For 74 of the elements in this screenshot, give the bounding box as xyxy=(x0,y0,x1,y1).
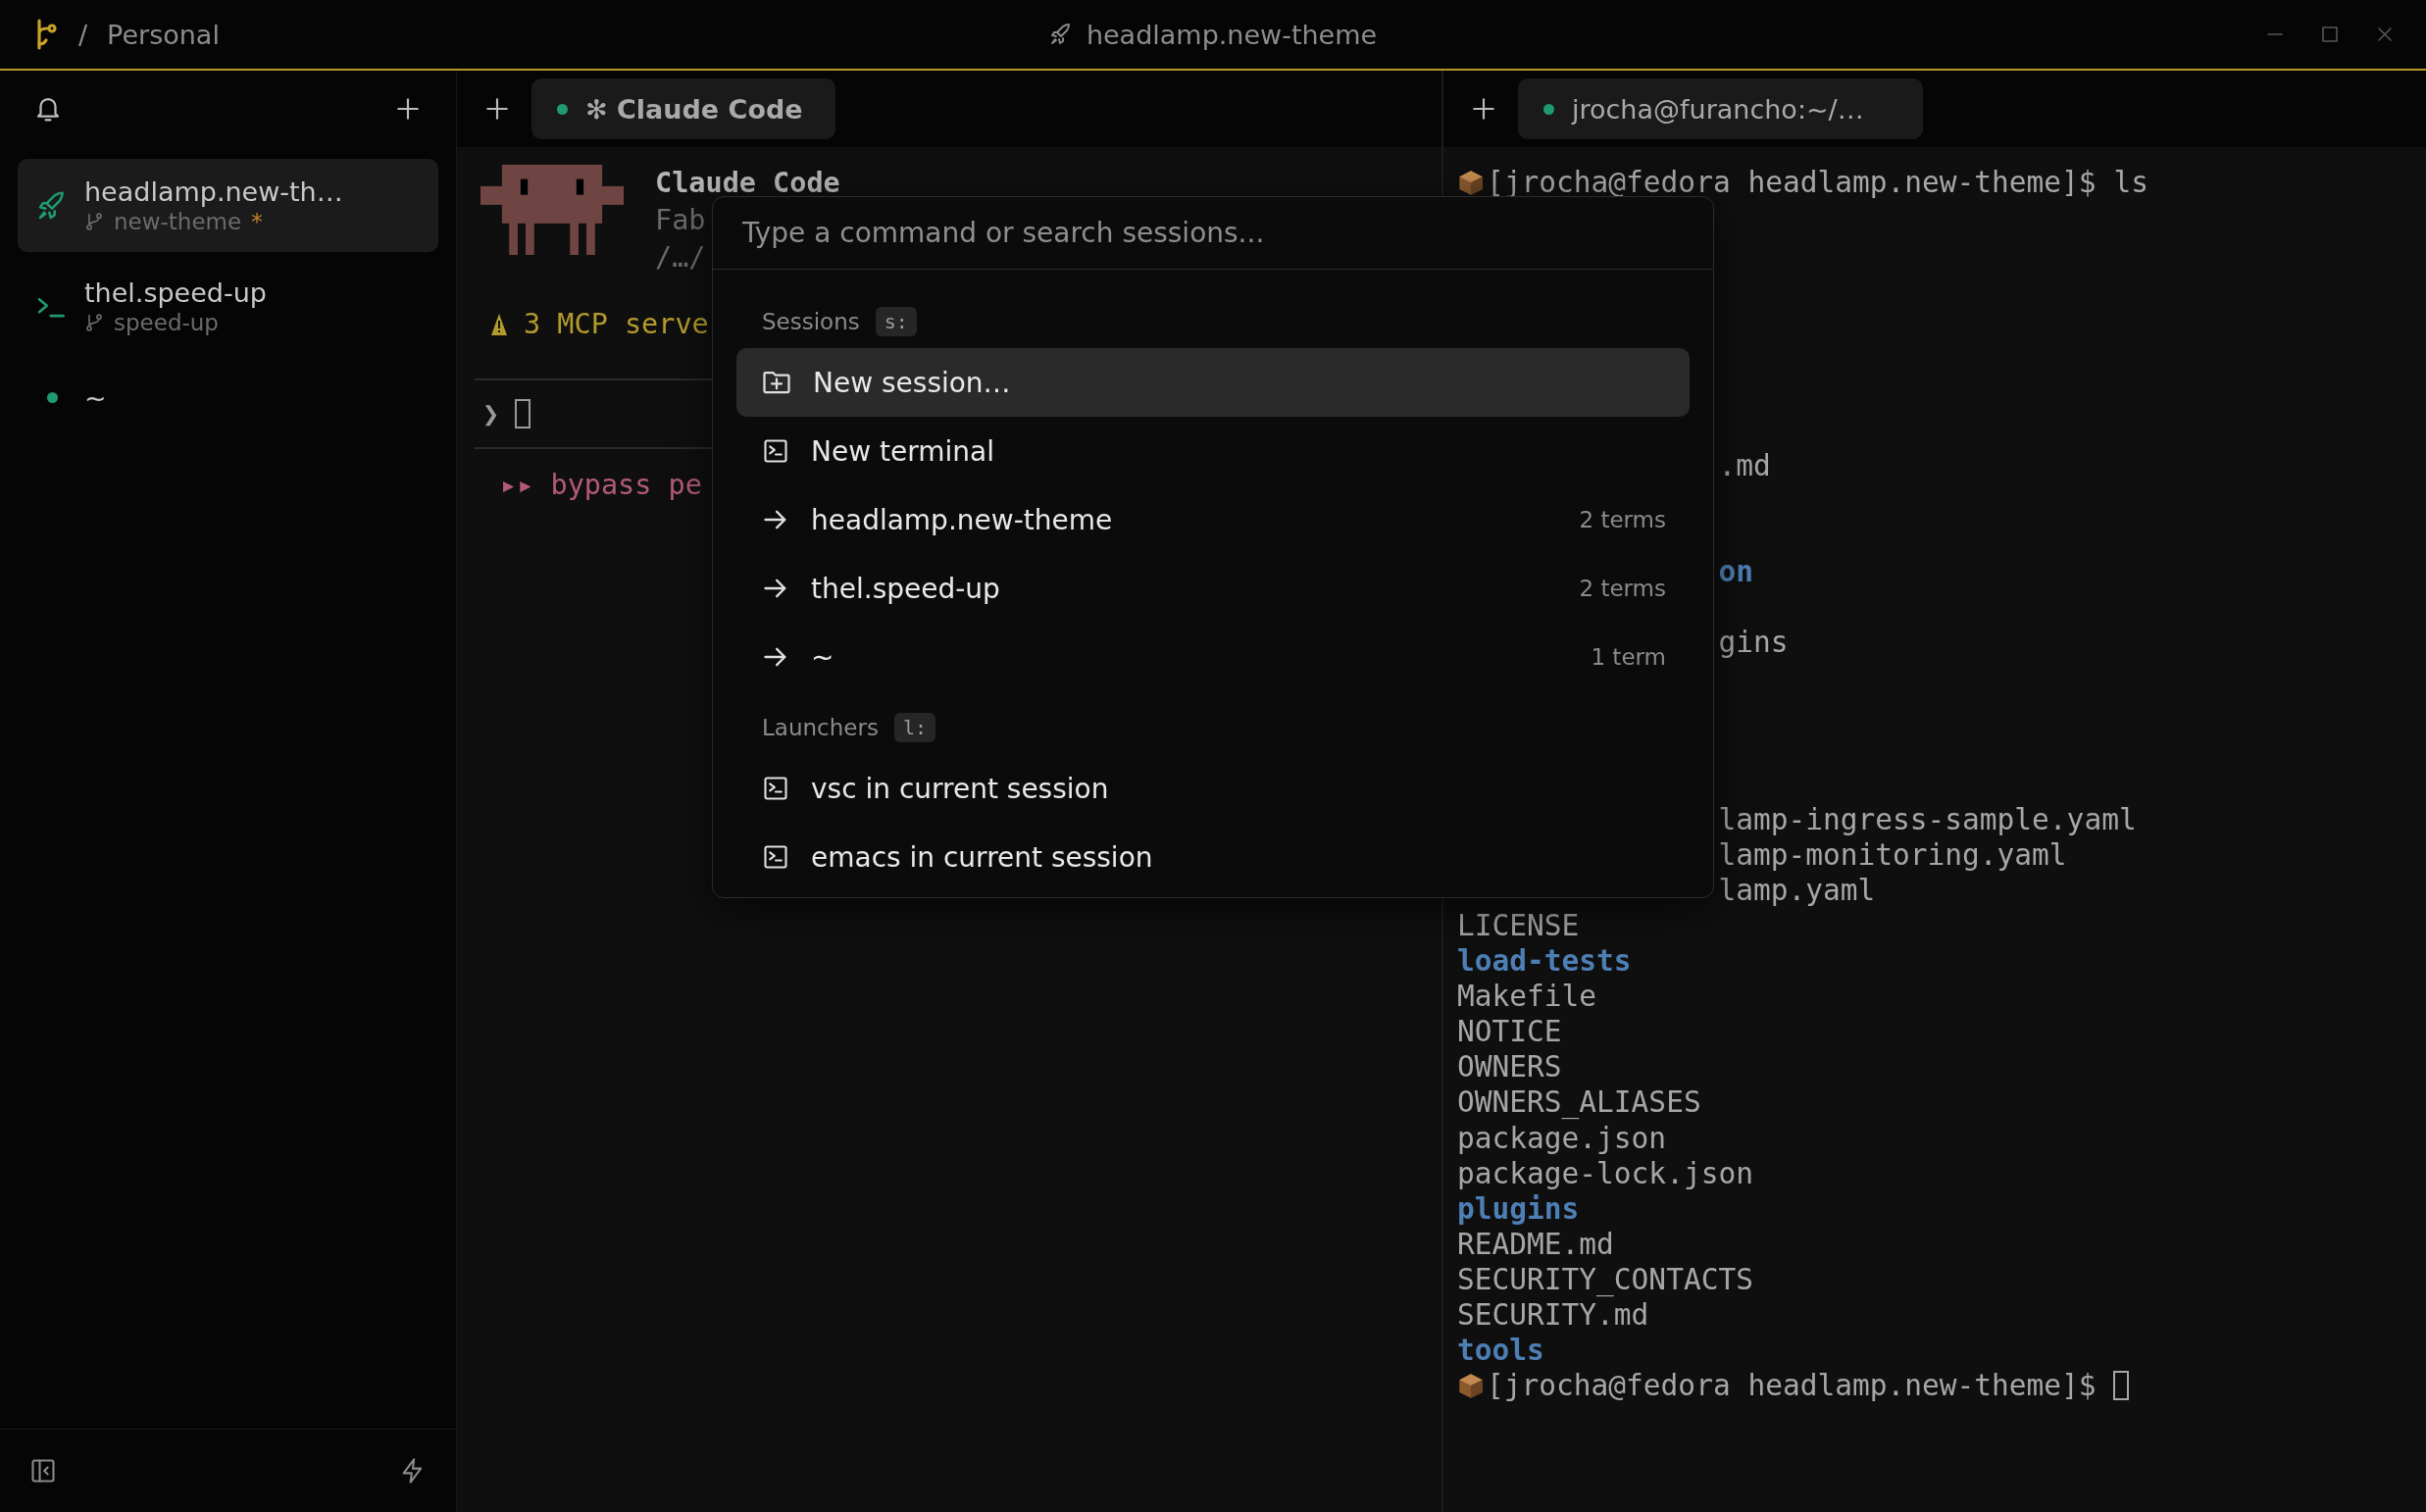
package-icon xyxy=(1457,1372,1485,1400)
file-name: OWNERS xyxy=(1457,1049,1562,1085)
new-tab-icon[interactable] xyxy=(1471,96,1496,122)
mode-text: ▸▸ bypass pe xyxy=(499,468,702,503)
shortcut-key: l: xyxy=(893,713,935,742)
sidebar-item[interactable]: thel.speed-up speed-up xyxy=(18,260,438,353)
palette-item[interactable]: New session… xyxy=(736,348,1690,417)
section-title: Sessions xyxy=(762,309,860,334)
rocket-icon xyxy=(1048,23,1073,46)
shortcut-key: s: xyxy=(875,307,917,336)
directory-name: plugins xyxy=(1457,1190,1580,1227)
term-count: 1 term xyxy=(1591,644,1666,670)
file-name: SECURITY_CONTACTS xyxy=(1457,1261,1753,1297)
collapse-sidebar-icon[interactable] xyxy=(29,1457,57,1485)
folder-plus-icon xyxy=(762,369,791,396)
file-name: LICENSE xyxy=(1457,907,1580,944)
status-dot xyxy=(557,103,568,115)
sidebar-item[interactable]: ~ xyxy=(18,361,438,433)
file-name: package.json xyxy=(1457,1120,1667,1156)
file-name: Makefile xyxy=(1457,979,1597,1015)
terminal-icon xyxy=(762,775,789,802)
palette-item[interactable]: thel.speed-up 2 terms xyxy=(736,554,1690,623)
add-session-icon[interactable] xyxy=(395,96,421,122)
palette-item[interactable]: vsc in current session xyxy=(736,754,1690,823)
file-name: .md xyxy=(1718,447,1771,483)
file-name: lamp-monitoring.yaml xyxy=(1718,836,2067,873)
status-dot xyxy=(46,391,58,403)
file-name: package-lock.json xyxy=(1457,1155,1753,1191)
branch-name: new-theme xyxy=(114,209,242,234)
palette-item[interactable]: headlamp.new-theme 2 terms xyxy=(736,485,1690,554)
breadcrumb-separator: / xyxy=(78,19,88,50)
terminal-tab[interactable]: ✻ Claude Code xyxy=(531,78,835,139)
status-dot xyxy=(1543,103,1554,115)
file-name: gins xyxy=(1718,625,1789,661)
directory-name: tools xyxy=(1457,1333,1544,1369)
search-field[interactable]: Type a command or search sessions... xyxy=(713,197,1713,270)
branch-name: speed-up xyxy=(114,310,219,335)
palette-item[interactable]: emacs in current session xyxy=(736,823,1690,891)
terminal-icon xyxy=(762,843,789,871)
term-count: 2 terms xyxy=(1579,507,1666,532)
shell-prompt: [jrocha@fedora headlamp.new-theme]$ xyxy=(1487,1368,2097,1404)
palette-item[interactable]: New terminal xyxy=(736,417,1690,485)
new-tab-icon[interactable] xyxy=(484,96,510,122)
terminal-text: /…/ xyxy=(655,240,706,276)
file-name: SECURITY.md xyxy=(1457,1297,1649,1334)
text-cursor xyxy=(2113,1371,2130,1401)
directory-name: on xyxy=(1718,554,1753,590)
modified-mark: * xyxy=(251,209,263,234)
directory-name: load-tests xyxy=(1457,943,1632,980)
warning-text: 3 MCP serve xyxy=(524,307,709,342)
prompt-symbol: ❯ xyxy=(482,397,500,430)
section-title: Launchers xyxy=(762,715,879,740)
branch-icon xyxy=(84,312,104,333)
file-name: lamp-ingress-sample.yaml xyxy=(1718,801,2137,837)
term-count: 2 terms xyxy=(1579,576,1666,601)
file-name: README.md xyxy=(1457,1226,1614,1262)
terminal-text: Fab xyxy=(655,203,706,238)
session-name: ~ xyxy=(84,381,108,413)
palette-item[interactable]: ~ 1 term xyxy=(736,623,1690,691)
workspace-name[interactable]: Personal xyxy=(107,19,220,50)
sidebar-item[interactable]: headlamp.new-th… new-theme * xyxy=(18,159,438,252)
file-name: OWNERS_ALIASES xyxy=(1457,1084,1701,1121)
terminal-tab[interactable]: jrocha@furancho:~/… xyxy=(1518,78,1923,139)
window-title: headlamp.new-theme xyxy=(1086,19,1378,50)
session-name: headlamp.new-th… xyxy=(84,176,344,207)
close-icon[interactable] xyxy=(2375,25,2395,44)
text-cursor xyxy=(515,399,531,428)
file-name: NOTICE xyxy=(1457,1014,1562,1050)
warning-icon xyxy=(490,312,508,337)
package-icon xyxy=(1457,169,1485,197)
terminal-icon xyxy=(762,437,789,465)
branch-icon xyxy=(84,211,104,232)
file-name: lamp.yaml xyxy=(1718,872,1876,908)
session-name: thel.speed-up xyxy=(84,277,268,308)
